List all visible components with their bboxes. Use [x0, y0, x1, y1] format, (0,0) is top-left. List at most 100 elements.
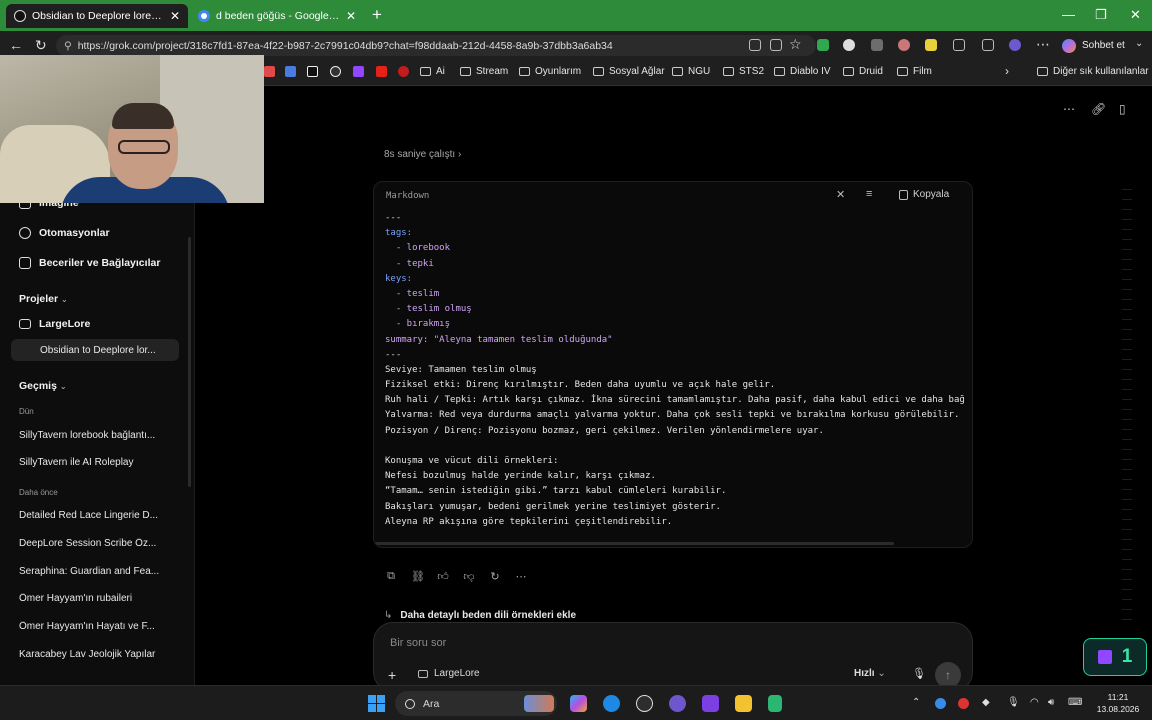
more-options-icon[interactable]: ⋯ [1063, 102, 1075, 116]
extensions-puzzle-icon[interactable] [953, 39, 965, 51]
bookmark-icon-blue[interactable] [285, 66, 296, 77]
history-item[interactable]: DeepLore Session Scribe Öz... [19, 538, 171, 549]
extension-r-icon[interactable] [925, 39, 937, 51]
twitch-bookmark-icon[interactable] [353, 66, 364, 77]
tray-mic-icon[interactable]: 🎙︎ [1007, 697, 1020, 708]
close-window-icon[interactable]: ✕ [1130, 7, 1141, 23]
apps-icon[interactable] [749, 39, 761, 51]
more-menu-icon[interactable]: ⋯ [1036, 36, 1050, 53]
reading-mode-icon[interactable] [770, 39, 782, 51]
reload-icon[interactable]: ↻ [35, 37, 47, 54]
tray-overflow-icon[interactable]: ⌃ [912, 697, 920, 708]
thought-duration[interactable]: 8s saniye çalıştı › [384, 149, 461, 160]
extension-gamepad-icon[interactable] [817, 39, 829, 51]
bookmark-folder-stream[interactable]: Stream [460, 66, 508, 77]
clock[interactable]: 11:21 13.08.2026 [1093, 691, 1143, 715]
history-item[interactable]: Seraphina: Guardian and Fea... [19, 566, 171, 577]
back-icon[interactable]: ← [9, 37, 23, 53]
search-highlight-icon[interactable] [524, 695, 554, 712]
sidebar-item-otomasyonlar[interactable]: Otomasyonlar [19, 227, 110, 239]
bookmark-folder-film[interactable]: Film [897, 66, 932, 77]
site-info-icon[interactable]: ⚲ [64, 40, 72, 52]
sidebar-toggle-icon[interactable]: ▯ [1119, 102, 1126, 116]
maximize-icon[interactable]: ❐ [1095, 7, 1107, 23]
profile-avatar[interactable] [1009, 39, 1021, 51]
extension-shield-icon[interactable] [871, 39, 883, 51]
regenerate-icon[interactable]: ↻ [489, 570, 501, 583]
bookmark-folder-diablo[interactable]: Diablo IV [774, 66, 831, 77]
chat-button-label: Sohbet et [1082, 40, 1125, 51]
bookmark-icon-red[interactable] [264, 66, 275, 77]
close-tab-icon[interactable]: ✕ [346, 9, 356, 23]
collapse-icon[interactable]: ✕ [836, 188, 845, 201]
bookmark-folder-sosyal[interactable]: Sosyal Ağlar [593, 66, 665, 77]
other-bookmarks-folder[interactable]: Diğer sık kullanılanlar [1037, 66, 1149, 77]
edge-browser-icon[interactable] [603, 695, 620, 712]
thumbs-down-icon[interactable]: 👎︎ [463, 570, 475, 583]
history-item[interactable]: Karacabey Lav Jeolojik Yapılar [19, 649, 171, 660]
link-icon[interactable]: ⛓ [411, 570, 425, 583]
minimize-icon[interactable]: — [1062, 7, 1075, 22]
wifi-icon[interactable]: ◠ [1030, 697, 1039, 708]
microphone-icon[interactable]: 🎙︎ [912, 667, 926, 680]
copy-icon[interactable]: ⧉ [385, 570, 397, 583]
notepad-icon[interactable] [768, 695, 782, 712]
copy-button[interactable]: Kopyala [899, 189, 949, 200]
history-item[interactable]: SillyTavern lorebook bağlantı... [19, 430, 171, 441]
history-item[interactable]: Ömer Hayyam'ın Hayatı ve F... [19, 621, 171, 632]
bookmark-folder-ngu[interactable]: NGU [672, 66, 710, 77]
obsidian-icon[interactable] [702, 695, 719, 712]
composer[interactable]: Bir soru sor + LargeLore Hızlı ⌄ 🎙︎ ↑ [373, 622, 973, 692]
project-largelore[interactable]: LargeLore [19, 318, 90, 330]
sidebar-item-beceriler[interactable]: Beceriler ve Bağlayıcılar [19, 257, 160, 269]
page-scroll-track[interactable] [1122, 180, 1132, 620]
wrap-text-icon[interactable]: ≡ [866, 188, 872, 200]
extension-face-icon[interactable] [898, 39, 910, 51]
tray-record-icon[interactable] [958, 698, 969, 709]
close-tab-icon[interactable]: ✕ [170, 9, 180, 23]
split-view-icon[interactable] [982, 39, 994, 51]
chevron-down-icon[interactable]: ⌄ [1135, 38, 1143, 49]
suggested-followup[interactable]: ↳ Daha detaylı beden dili örnekleri ekle [384, 610, 576, 621]
tray-steam-icon[interactable]: ◆ [982, 697, 990, 708]
thumbs-up-icon[interactable]: 👍︎ [437, 570, 449, 583]
history-item[interactable]: Ömer Hayyam'ın rubaileri [19, 593, 171, 604]
volume-icon[interactable]: 🔊︎ [1048, 697, 1054, 708]
bookmark-folder-druid[interactable]: Druid [843, 66, 883, 77]
bookmark-folder-sts2[interactable]: STS2 [723, 66, 764, 77]
tab-google-search[interactable]: d beden göğüs - Google'da Ara ✕ [190, 4, 364, 28]
steam-icon[interactable] [636, 695, 653, 712]
extension-cloud-icon[interactable] [843, 39, 855, 51]
instagram-icon[interactable] [330, 66, 341, 77]
code-horizontal-scrollbar[interactable] [374, 542, 894, 545]
project-chip[interactable]: LargeLore [418, 668, 480, 679]
bookmark-folder-oyunlarim[interactable]: Oyunlarım [519, 66, 581, 77]
file-explorer-icon[interactable] [735, 695, 752, 712]
sidebar-scrollbar[interactable] [188, 237, 191, 487]
history-item[interactable]: Detailed Red Lace Lingerie D... [19, 510, 171, 521]
history-item[interactable]: SillyTavern ile AI Roleplay [19, 457, 171, 468]
mode-selector[interactable]: Hızlı ⌄ [854, 668, 886, 679]
projects-heading[interactable]: Projeler ⌄ [19, 293, 68, 305]
bookmark-icon-dark-red[interactable] [398, 66, 409, 77]
bookmark-star-icon[interactable]: ☆ [789, 36, 802, 53]
address-bar[interactable]: ⚲ https://grok.com/project/318c7fd1-87ea… [56, 35, 816, 56]
tab-obsidian-to-deeplore[interactable]: Obsidian to Deeplore lore conversion ✕ [6, 4, 188, 28]
share-link-icon[interactable]: 🔗︎ [1091, 102, 1106, 116]
discord-icon[interactable] [669, 695, 686, 712]
tray-app-icon[interactable] [935, 698, 946, 709]
history-heading[interactable]: Geçmiş ⌄ [19, 380, 67, 392]
bookmark-folder-ai[interactable]: Ai [420, 66, 445, 77]
copilot-chat-button[interactable]: Sohbet et [1062, 36, 1125, 55]
keyboard-icon[interactable]: ⌨ [1068, 697, 1082, 708]
youtube-icon[interactable] [376, 66, 387, 77]
attach-plus-icon[interactable]: + [388, 667, 396, 683]
copilot-app-icon[interactable] [570, 695, 587, 712]
code-line: keys: [385, 273, 413, 284]
more-icon[interactable]: ⋯ [515, 570, 527, 583]
tiktok-icon[interactable] [307, 66, 318, 77]
message-input[interactable]: Bir soru sor [390, 637, 446, 649]
bookmarks-overflow-chevron-icon[interactable]: › [1005, 64, 1009, 78]
new-tab-icon[interactable]: + [372, 5, 382, 25]
windows-start-icon[interactable] [368, 695, 385, 712]
